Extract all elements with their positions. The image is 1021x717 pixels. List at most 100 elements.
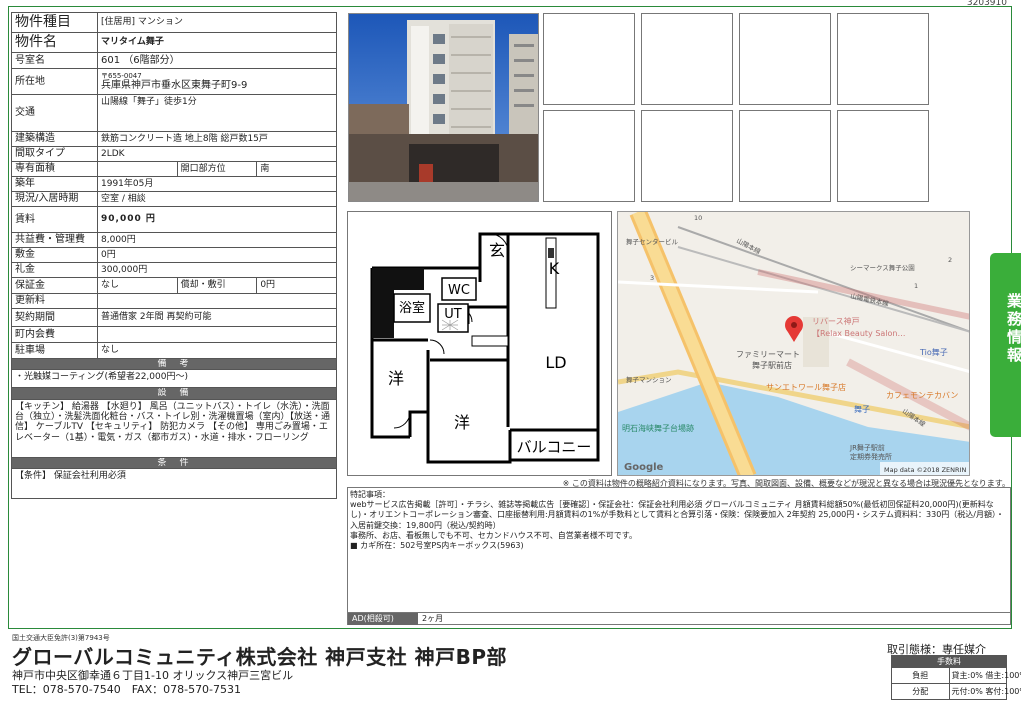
- fee-value: 8,000円: [97, 232, 337, 248]
- split-value: 元付:0% 客付:100%: [948, 683, 1021, 700]
- deposit-label: 敷金: [11, 247, 98, 263]
- property-spec-table: 物件種目 [住居用] マンション 物件名 マリタイム舞子 号室名 601 （6階部分）…: [11, 12, 337, 500]
- photo-slot: [837, 13, 929, 105]
- name-value: マリタイム舞子: [97, 32, 337, 53]
- map-label-familymart: ファミリーマート: [736, 350, 800, 359]
- map-label-pin-salon: 【Relax Beauty Salon…: [812, 329, 906, 338]
- photo-slot: [543, 13, 635, 105]
- townfee-label: 町内会費: [11, 326, 98, 343]
- keymoney-value: 300,000円: [97, 262, 337, 278]
- rent-value: 90,000 円: [97, 206, 337, 233]
- map-label-route-1: 1: [914, 282, 918, 290]
- area-value: [97, 161, 178, 177]
- ad-row: AD(相殺可) 2ヶ月: [348, 612, 1010, 625]
- ad-label: AD(相殺可): [348, 613, 418, 625]
- photo-slot: [739, 110, 831, 202]
- fp-ut-label: UT: [444, 307, 462, 322]
- map-label-route-10: 10: [694, 214, 702, 222]
- floor-plan: 玄 K WC 浴室 UT LD 洋 洋 バルコニー: [347, 211, 612, 476]
- photo-slot: [641, 13, 733, 105]
- postal-code: 〒655-0047: [101, 71, 142, 80]
- fp-ld-label: LD: [545, 353, 566, 372]
- opening-label: 開口部方位: [176, 161, 258, 177]
- structure-label: 建築構造: [11, 131, 98, 147]
- name-label: 物件名: [11, 32, 98, 53]
- equipment-text: 【キッチン】 給湯器 【水廻り】 風呂（ユニットバス）・トイレ（水洗）・洗面台（…: [11, 398, 337, 458]
- map-label-jr-ticket: JR舞子駅前: [849, 443, 885, 452]
- built-label: 築年: [11, 176, 98, 192]
- amortize-value: 0円: [256, 277, 337, 294]
- burden-label: 負担: [891, 667, 950, 684]
- company-name: グローバルコミュニティ株式会社 神戸支社 神戸BP部: [12, 645, 508, 669]
- fp-western1-label: 洋: [388, 369, 404, 388]
- address-label: 所在地: [11, 68, 98, 95]
- conditions-header: 条 件: [11, 456, 337, 470]
- structure-value: 鉄筋コンクリート造 地上8階 総戸数15戸: [97, 131, 337, 147]
- renewal-value: [97, 293, 337, 309]
- guarantee-value: なし: [97, 277, 178, 294]
- map-label-building: 舞子センタービル: [626, 237, 679, 246]
- amortize-label: 償却・敷引: [176, 277, 258, 294]
- photo-slot: [543, 110, 635, 202]
- equipment-header: 設 備: [11, 387, 337, 400]
- map-label-jr-ticket-2: 定期券発売所: [850, 452, 892, 461]
- fp-bath-label: 浴室: [399, 300, 425, 316]
- burden-value: 貸主:0% 借主:100%: [948, 667, 1021, 684]
- map-label-park: シーマークス舞子公園: [850, 263, 915, 272]
- townfee-value: [97, 326, 337, 343]
- notes-header: 備 考: [11, 357, 337, 371]
- status-value: 空室 / 相談: [97, 191, 337, 207]
- google-logo: Google: [624, 462, 664, 473]
- ad-value: 2ヶ月: [422, 614, 444, 623]
- conditions-text: 【条件】 保証会社利用必須: [11, 468, 337, 500]
- renewal-label: 更新料: [11, 293, 98, 309]
- map-label-maiko-station: 舞子: [854, 404, 870, 414]
- access-label: 交通: [11, 94, 98, 132]
- remarks-text: 特記事項： webサービス広告掲載［許可］・チラシ、雑誌等掲載広告［要確認］・保…: [350, 490, 1004, 551]
- contract-label: 契約期間: [11, 308, 98, 327]
- room-label: 号室名: [11, 52, 98, 69]
- photo-slot: [641, 110, 733, 202]
- layout-value: 2LDK: [97, 146, 337, 162]
- map-label-familymart-branch: 舞子駅前店: [752, 360, 792, 370]
- status-label: 現況/入居時期: [11, 191, 98, 207]
- commission-header: 手数料: [891, 655, 1007, 668]
- business-info-tab-label: 業務情報: [1005, 293, 1021, 365]
- map-copyright: Map data ©2018 ZENRIN: [884, 466, 966, 474]
- building-photo: [348, 13, 539, 202]
- deposit-value: 0円: [97, 247, 337, 263]
- fp-western2-label: 洋: [454, 413, 470, 432]
- notes-text: ・光触媒コーティング(希望者22,000円〜): [11, 369, 337, 389]
- frame-left-line: [8, 6, 9, 628]
- guarantee-label: 保証金: [11, 277, 98, 294]
- business-info-tab[interactable]: 業務情報: [990, 253, 1021, 437]
- location-map[interactable]: 舞子センタービル 山陽本線 シーマークス舞子公園 山陽電鉄本線 リバース神戸 【…: [617, 211, 970, 476]
- photo-slot: [837, 110, 929, 202]
- frame-top-line: [8, 6, 1012, 7]
- map-label-pin: リバース神戸: [812, 316, 860, 326]
- area-label: 専有面積: [11, 161, 98, 177]
- type-value: [住居用] マンション: [97, 12, 337, 33]
- room-value: 601 （6階部分）: [97, 52, 337, 69]
- access-value: 山陽線「舞子」徒歩1分: [97, 94, 337, 132]
- map-label-tio: Tio舞子: [919, 347, 948, 357]
- fee-label: 共益費・管理費: [11, 232, 98, 248]
- commission-table: 手数料 負担 貸主:0% 借主:100% 分配 元付:0% 客付:100%: [891, 655, 1021, 700]
- remarks-box: 特記事項： webサービス広告掲載［許可］・チラシ、雑誌等掲載広告［要確認］・保…: [347, 487, 1011, 625]
- fp-entrance-label: 玄: [489, 241, 505, 260]
- split-label: 分配: [891, 683, 950, 700]
- frame-bottom-line: [8, 628, 1012, 629]
- type-label: 物件種目: [11, 12, 98, 33]
- contract-value: 普通借家 2年間 再契約可能: [97, 308, 337, 327]
- built-value: 1991年05月: [97, 176, 337, 192]
- map-label-route-3: 3: [650, 274, 654, 282]
- parking-label: 駐車場: [11, 342, 98, 359]
- fp-balcony-label: バルコニー: [517, 438, 592, 456]
- company-phone: TEL：078-570-7540 FAX：078-570-7531: [12, 683, 242, 696]
- map-label-mansion: 舞子マンション: [626, 375, 672, 384]
- layout-label: 間取タイプ: [11, 146, 98, 162]
- photo-slot: [739, 13, 831, 105]
- map-label-route-2: 2: [948, 256, 952, 264]
- map-label-bakery: サンエトワール舞子店: [766, 382, 846, 392]
- fp-kitchen-label: K: [549, 259, 560, 278]
